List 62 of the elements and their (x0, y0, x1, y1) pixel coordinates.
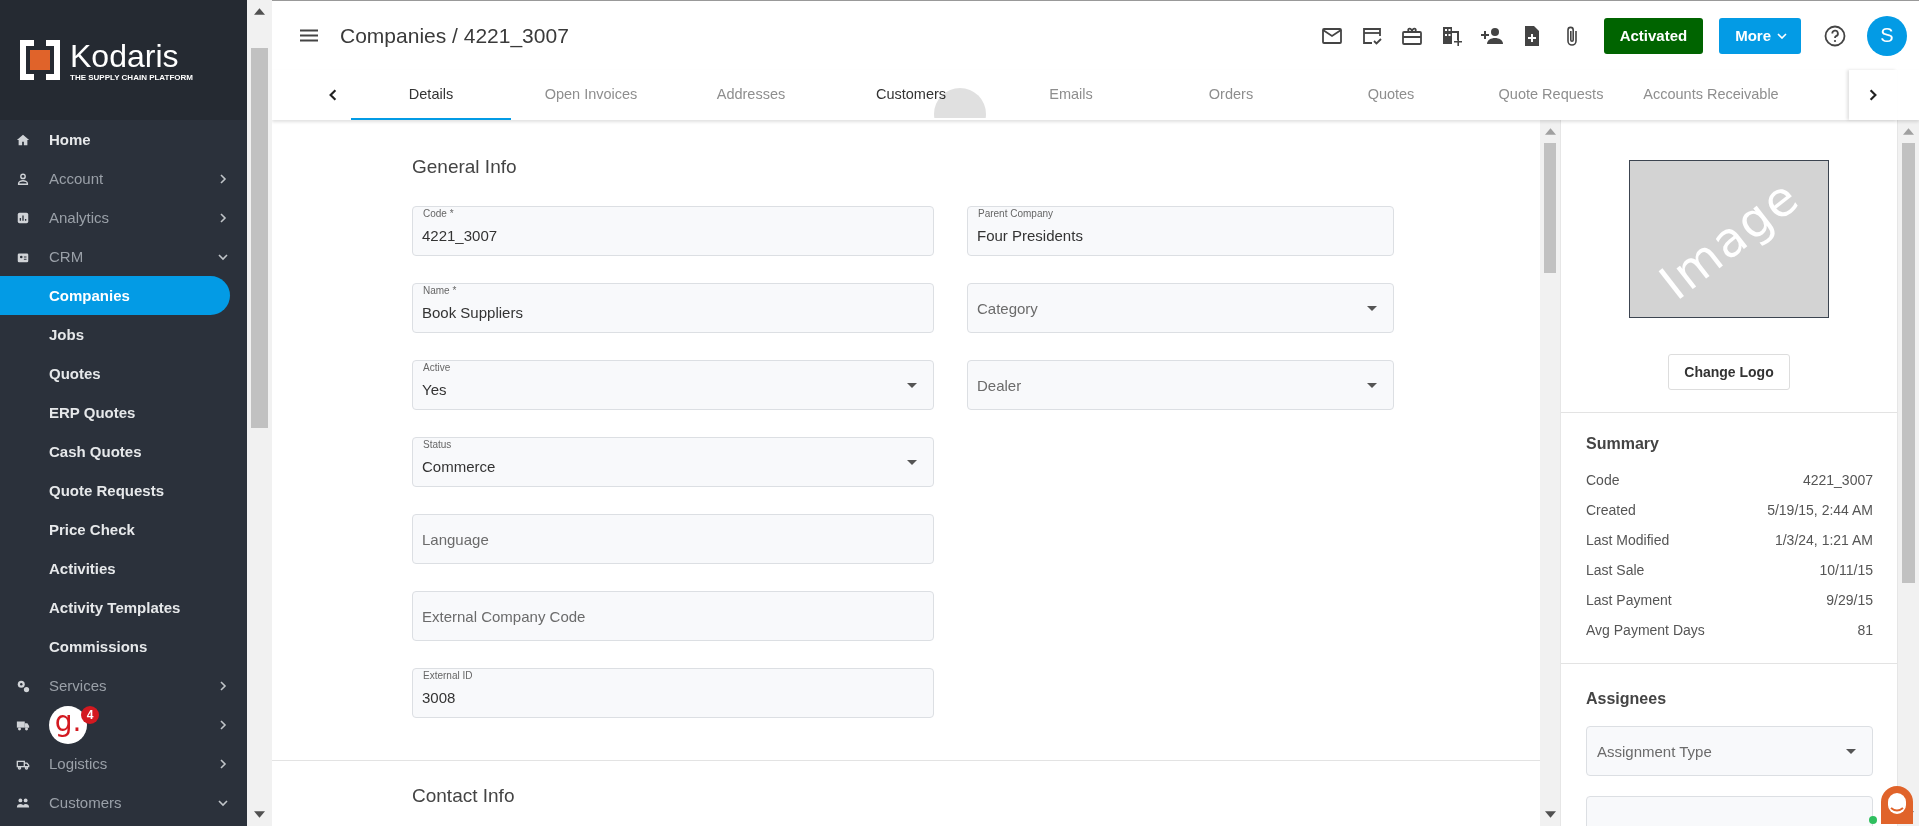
sidebar-item[interactable]: Services (0, 666, 230, 705)
sidebar-item[interactable]: Analytics (0, 198, 230, 237)
tab[interactable]: Quote Requests (1471, 70, 1631, 120)
select-field[interactable]: Status Commerce (412, 437, 934, 487)
sidebar-item[interactable]: Home (0, 120, 230, 159)
sidebar-item[interactable]: Commissions (0, 627, 230, 666)
tab[interactable]: Details (351, 70, 511, 120)
tab[interactable]: Emails (991, 70, 1151, 120)
summary-label: Created (1586, 502, 1636, 518)
tab[interactable]: Open Invoices (511, 70, 671, 120)
section-title: General Info (412, 156, 518, 178)
tab[interactable]: Addresses (671, 70, 831, 120)
summary-value: 5/19/15, 2:44 AM (1767, 502, 1873, 518)
summary-value: 4221_3007 (1802, 472, 1873, 488)
change-logo-button[interactable]: Change Logo (1668, 354, 1790, 390)
input-field[interactable]: External Company Code (412, 591, 934, 641)
brand-tagline: THE SUPPLY CHAIN PLATFORM (70, 72, 193, 82)
notification-count: 4 (81, 705, 99, 724)
brand-name: Kodaris (70, 38, 180, 73)
sidebar-item[interactable]: Quotes (0, 354, 230, 393)
select-field[interactable]: Active Yes (412, 360, 934, 410)
select-field[interactable]: Assignment Type (1586, 726, 1873, 776)
page-title: Companies / 4221_3007 (340, 23, 569, 48)
summary-value: 10/11/15 (1819, 562, 1873, 578)
tab[interactable]: Quotes (1311, 70, 1471, 120)
sidebar-item[interactable]: Logistics (0, 744, 230, 783)
sidebar-item[interactable]: Companies (0, 276, 230, 315)
summary-value: 81 (1857, 622, 1873, 638)
sidebar-item[interactable]: Cash Quotes (0, 432, 230, 471)
summary-title: Summary (1586, 435, 1660, 453)
sidebar-item[interactable]: Quote Requests (0, 471, 230, 510)
chat-widget-button[interactable]: g. (49, 705, 87, 744)
summary-value: 9/29/15 (1826, 592, 1873, 608)
sidebar-item[interactable]: CRM (0, 237, 230, 276)
select-field[interactable]: Category (967, 283, 1394, 333)
input-field[interactable]: Language (412, 514, 934, 564)
input-field[interactable]: Parent Company Four Presidents (967, 206, 1394, 256)
tab[interactable]: Accounts Receivable (1631, 70, 1791, 120)
sidebar-item[interactable]: Activity Templates (0, 588, 230, 627)
summary-label: Code (1586, 472, 1620, 488)
sidebar-item[interactable]: Customers (0, 783, 230, 822)
summary-label: Last Modified (1586, 532, 1670, 548)
input-field[interactable]: External ID 3008 (412, 668, 934, 718)
section-title: Contact Info (412, 785, 516, 807)
input-field[interactable]: Name * Book Suppliers (412, 283, 934, 333)
tab[interactable]: Orders (1151, 70, 1311, 120)
summary-value: 1/3/24, 1:21 AM (1774, 532, 1873, 548)
sidebar-item[interactable]: Activities (0, 549, 230, 588)
activated-button[interactable]: Activated (1603, 17, 1704, 54)
input-field[interactable]: Code * 4221_3007 (412, 206, 934, 256)
summary-label: Last Sale (1586, 562, 1645, 578)
sidebar-item[interactable]: Account (0, 159, 230, 198)
sidebar-item[interactable]: ERP Quotes (0, 393, 230, 432)
summary-label: Last Payment (1586, 592, 1672, 608)
tab[interactable]: Customers (831, 70, 991, 120)
more-button[interactable]: More (1719, 17, 1801, 54)
select-field[interactable]: Dealer (967, 360, 1394, 410)
summary-label: Avg Payment Days (1586, 622, 1705, 638)
sidebar-item[interactable]: Jobs (0, 315, 230, 354)
assignees-title: Assignees (1586, 690, 1668, 708)
user-avatar[interactable]: S (1867, 15, 1907, 56)
sidebar-item[interactable]: Price Check (0, 510, 230, 549)
